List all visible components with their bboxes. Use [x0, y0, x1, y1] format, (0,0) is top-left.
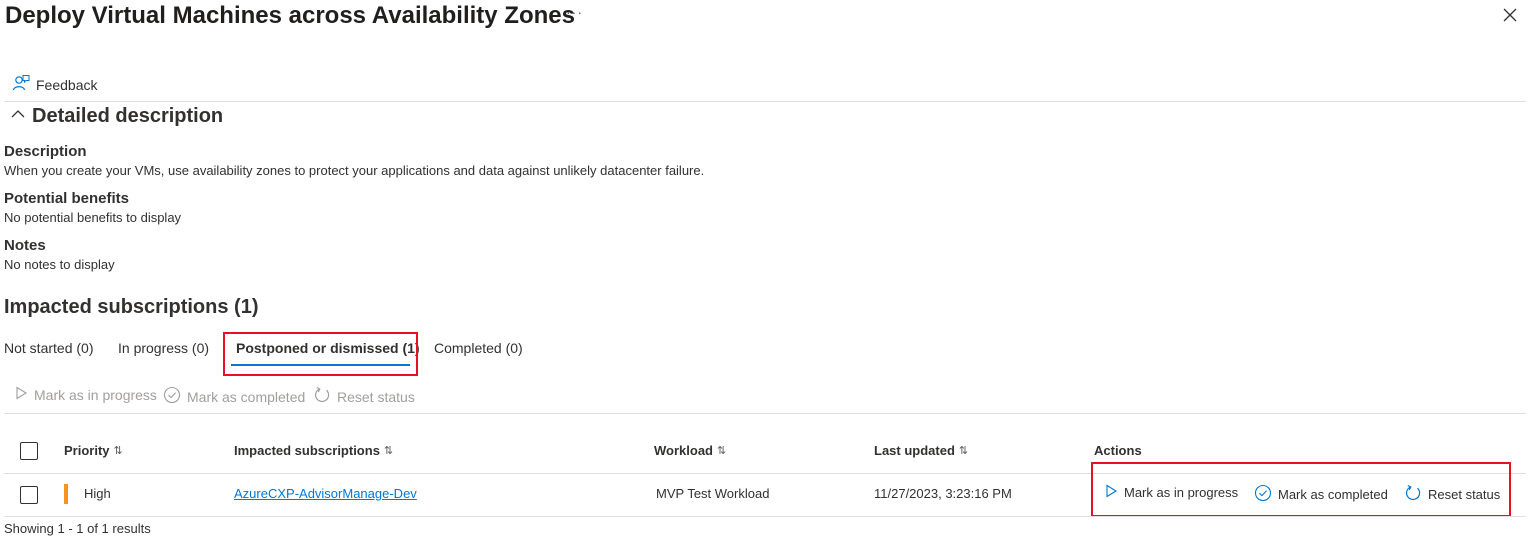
- tab-not-started[interactable]: Not started (0): [4, 340, 93, 356]
- results-count: Showing 1 - 1 of 1 results: [4, 521, 151, 536]
- divider: [4, 413, 1526, 414]
- feedback-label: Feedback: [36, 76, 98, 93]
- subscription-link[interactable]: AzureCXP-AdvisorManage-Dev: [234, 486, 417, 501]
- sort-icon: ⇅: [958, 445, 969, 457]
- highlight-box-tab: [223, 332, 418, 376]
- select-all-checkbox[interactable]: [20, 442, 38, 460]
- check-circle-icon: [163, 386, 181, 407]
- toolbar-mark-completed-button[interactable]: Mark as completed: [163, 386, 305, 407]
- priority-high-indicator: [64, 484, 68, 504]
- notes-text: No notes to display: [4, 257, 115, 272]
- toolbar-mark-in-progress-button[interactable]: Mark as in progress: [14, 386, 157, 403]
- benefits-text: No potential benefits to display: [4, 210, 182, 225]
- feedback-button[interactable]: Feedback: [12, 74, 97, 95]
- impacted-subscriptions-title: Impacted subscriptions (1): [4, 296, 259, 318]
- highlight-box-actions: [1091, 462, 1511, 517]
- toolbar-mark-completed-label: Mark as completed: [187, 388, 306, 405]
- column-header-actions: Actions: [1094, 443, 1142, 458]
- detailed-description-toggle[interactable]: Detailed description: [10, 105, 223, 128]
- toolbar-reset-status-label: Reset status: [337, 388, 415, 405]
- column-header-priority[interactable]: Priority ⇅: [64, 443, 123, 458]
- last-updated-value: 11/27/2023, 3:23:16 PM: [874, 486, 1012, 501]
- tab-completed[interactable]: Completed (0): [434, 340, 523, 356]
- column-header-label: Actions: [1094, 443, 1142, 458]
- more-options-icon[interactable]: ···: [566, 4, 583, 20]
- workload-value: MVP Test Workload: [656, 486, 770, 501]
- column-header-label: Impacted subscriptions: [234, 443, 380, 458]
- tab-in-progress[interactable]: In progress (0): [118, 340, 209, 356]
- notes-label: Notes: [4, 237, 46, 254]
- sort-icon: ⇅: [717, 445, 727, 457]
- toolbar-reset-status-button[interactable]: Reset status: [313, 386, 415, 407]
- page-title: Deploy Virtual Machines across Availabil…: [5, 2, 575, 29]
- column-header-label: Priority: [64, 443, 110, 458]
- divider: [4, 101, 1526, 102]
- column-header-last-updated[interactable]: Last updated ⇅: [874, 443, 968, 458]
- section-title: Detailed description: [32, 105, 224, 127]
- description-label: Description: [4, 143, 87, 160]
- row-checkbox[interactable]: [20, 486, 38, 504]
- chevron-up-icon: [10, 105, 26, 128]
- column-header-workload[interactable]: Workload ⇅: [654, 443, 726, 458]
- feedback-icon: [12, 74, 30, 95]
- sort-icon: ⇅: [383, 445, 394, 457]
- sort-icon: ⇅: [113, 445, 123, 457]
- column-header-label: Workload: [654, 443, 713, 458]
- column-header-subscriptions[interactable]: Impacted subscriptions ⇅: [234, 443, 393, 458]
- description-text: When you create your VMs, use availabili…: [4, 163, 705, 178]
- priority-value: High: [84, 486, 111, 501]
- close-icon[interactable]: [1501, 6, 1519, 24]
- toolbar-mark-in-progress-label: Mark as in progress: [34, 386, 157, 403]
- divider: [4, 516, 1526, 517]
- play-icon: [14, 386, 28, 403]
- column-header-label: Last updated: [874, 443, 955, 458]
- benefits-label: Potential benefits: [4, 190, 130, 207]
- reset-icon: [313, 386, 331, 407]
